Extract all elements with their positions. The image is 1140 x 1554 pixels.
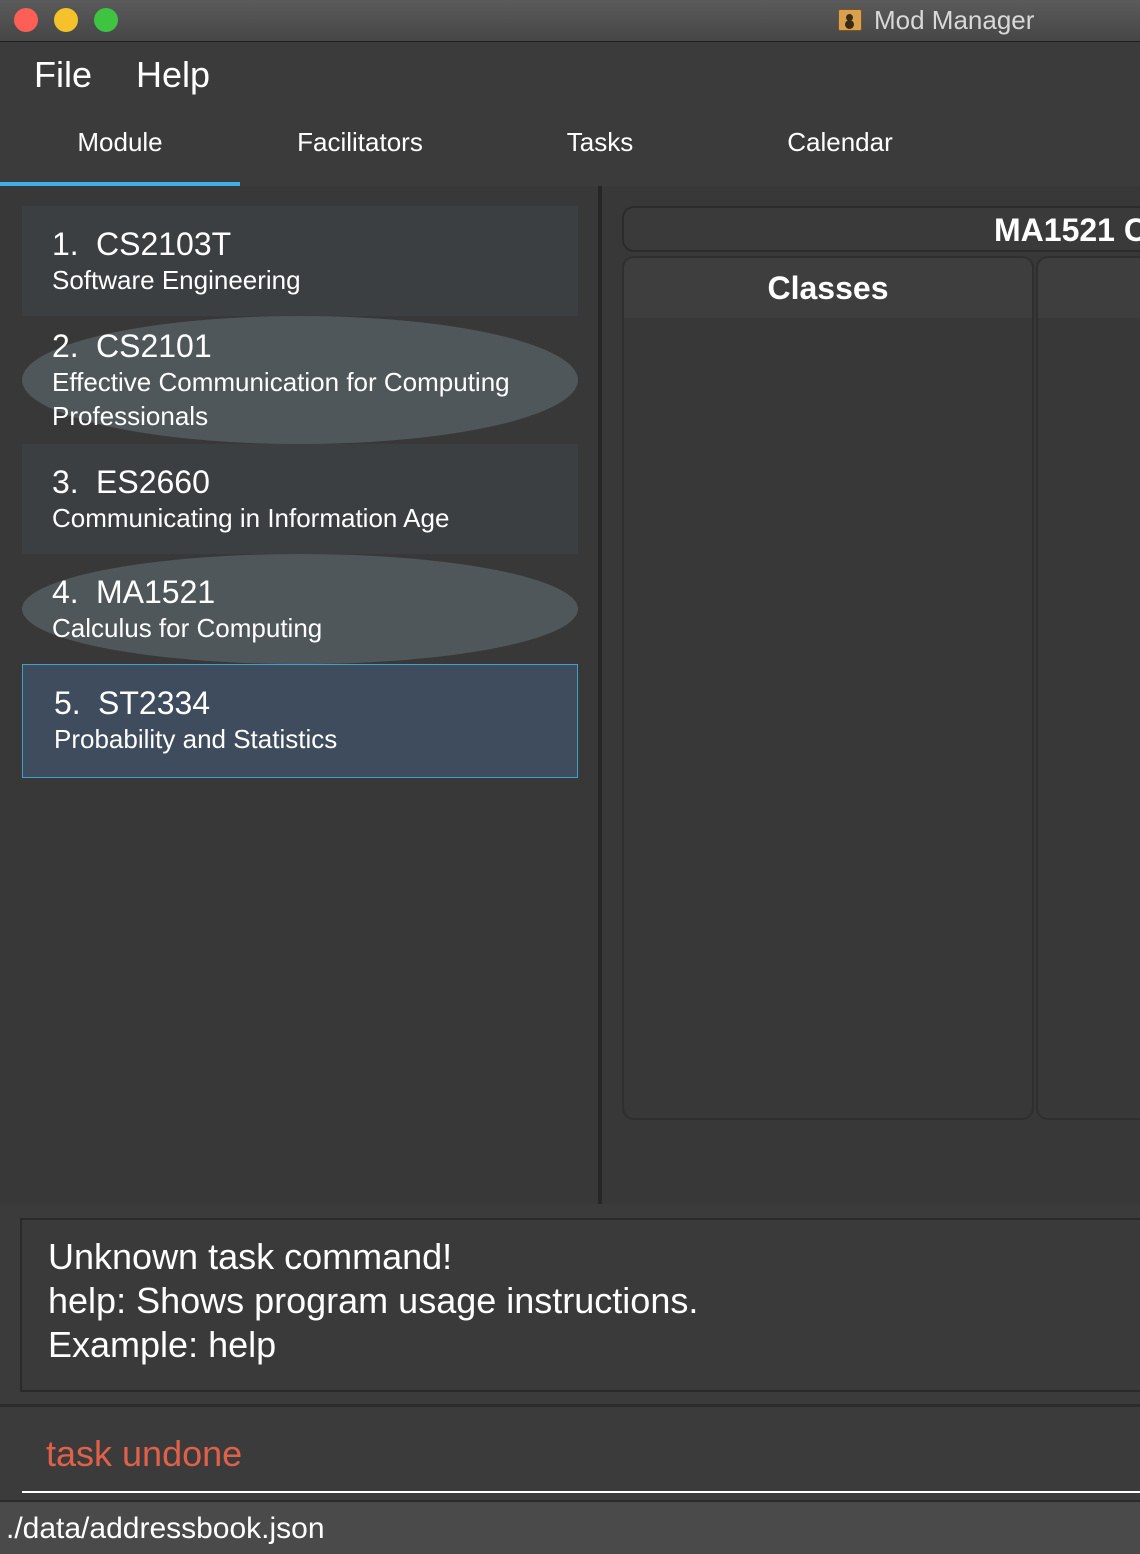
module-name: Software Engineering [52, 265, 301, 295]
module-index: 1. [52, 226, 79, 262]
secondary-panel[interactable] [1036, 256, 1140, 1120]
module-title: 4. MA1521 [52, 574, 578, 611]
list-item[interactable]: 4. MA1521 Calculus for Computing [22, 554, 578, 664]
menu-bar: File Help [0, 42, 1140, 110]
title-bar: Mod Manager [0, 0, 1140, 42]
list-item[interactable]: 2. CS2101 Effective Communication for Com… [22, 316, 578, 444]
menu-file[interactable]: File [34, 54, 92, 96]
tab-tasks[interactable]: Tasks [480, 110, 720, 182]
zoom-window-button[interactable] [94, 8, 118, 32]
tab-calendar[interactable]: Calendar [720, 110, 960, 182]
save-location: ./data/addressbook.json [6, 1512, 325, 1545]
classes-header: Classes [624, 258, 1032, 318]
tab-module[interactable]: Module [0, 110, 240, 188]
result-display: Unknown task command! help: Shows progra… [20, 1218, 1140, 1392]
tab-bar: Module Facilitators Tasks Calendar [0, 110, 1140, 189]
minimize-window-button[interactable] [54, 8, 78, 32]
result-line: Example: help [48, 1324, 277, 1365]
module-title: 3. ES2660 [52, 464, 578, 501]
status-bar: ./data/addressbook.json [0, 1500, 1140, 1554]
command-box[interactable]: task undone [0, 1404, 1140, 1503]
module-index: 5. [54, 685, 81, 721]
result-line: Unknown task command! [48, 1236, 453, 1277]
command-input-underline [22, 1491, 1140, 1493]
module-name: Communicating in Information Age [52, 503, 450, 533]
secondary-panel-header [1038, 258, 1140, 318]
module-title: 1. CS2103T [52, 226, 578, 263]
module-header-title: MA1521 C [994, 212, 1140, 248]
window-title: Mod Manager [874, 5, 1035, 35]
module-detail-panel: MA1521 C Classes [602, 186, 1140, 1204]
module-code: ST2334 [98, 685, 211, 721]
module-index: 3. [52, 464, 79, 500]
module-name: Probability and Statistics [54, 724, 338, 754]
module-code: CS2103T [96, 226, 232, 262]
module-index: 4. [52, 574, 79, 610]
module-title: 2. CS2101 [52, 328, 578, 365]
menu-help[interactable]: Help [136, 54, 210, 96]
module-code: ES2660 [96, 464, 210, 500]
module-list-panel: 1. CS2103T Software Engineering 2. CS2101 … [0, 186, 602, 1204]
module-code: CS2101 [96, 328, 212, 364]
close-window-button[interactable] [14, 8, 38, 32]
module-header: MA1521 C [622, 206, 1140, 252]
module-title: 5. ST2334 [54, 685, 577, 722]
module-code: MA1521 [96, 574, 216, 610]
result-line: help: Shows program usage instructions. [48, 1280, 699, 1321]
tab-facilitators[interactable]: Facilitators [240, 110, 480, 182]
list-item-selected[interactable]: 5. ST2334 Probability and Statistics [22, 664, 578, 778]
module-name: Calculus for Computing [52, 613, 323, 643]
list-item[interactable]: 1. CS2103T Software Engineering [22, 206, 578, 316]
list-item[interactable]: 3. ES2660 Communicating in Information Ag… [22, 444, 578, 554]
module-name: Effective Communication for Computing Pr… [52, 367, 510, 431]
contacts-book-icon [838, 9, 862, 31]
classes-panel[interactable]: Classes [622, 256, 1034, 1120]
module-index: 2. [52, 328, 79, 364]
command-input[interactable]: task undone [46, 1433, 242, 1475]
